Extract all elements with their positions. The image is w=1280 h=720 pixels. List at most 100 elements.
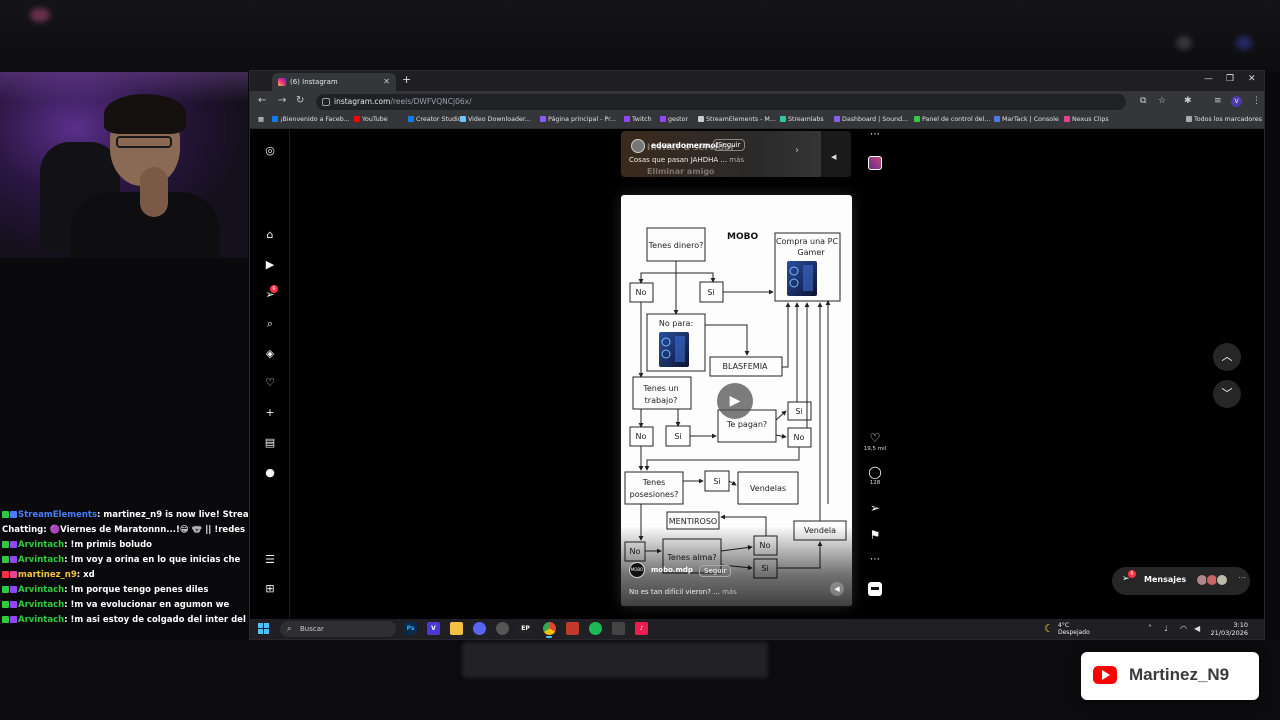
more-link[interactable]: más — [722, 588, 737, 596]
reel-username[interactable]: eduardomermol — [651, 141, 718, 150]
chevron-right-icon[interactable]: › — [795, 145, 799, 156]
file-explorer-icon[interactable] — [450, 622, 463, 635]
cast-icon[interactable]: ⧉ — [1140, 96, 1146, 106]
volume-icon[interactable]: ◀ — [1194, 624, 1200, 633]
url-field[interactable]: instagram.com/reels/DWFVQNCj06x/ — [316, 94, 1126, 110]
avatar[interactable] — [631, 139, 645, 153]
profile-icon[interactable]: ● — [264, 467, 276, 479]
apps-grid-icon[interactable]: ▦ — [258, 116, 264, 123]
more-options-icon[interactable]: ⋯ — [862, 554, 888, 565]
chrome-icon[interactable] — [543, 622, 556, 635]
reel-video[interactable]: MOBO Tenes dinero? Compra una PC Gamer No Si… — [621, 195, 852, 606]
home-icon[interactable]: ⌂ — [264, 229, 276, 241]
tiktok-icon[interactable]: ♪ — [635, 622, 648, 635]
close-window-icon[interactable]: ✕ — [1248, 74, 1256, 84]
bookmark-label: StreamElements - M... — [706, 116, 776, 123]
reel-username[interactable]: mobo.mdp — [651, 566, 693, 574]
audio-thumbnail[interactable] — [868, 582, 882, 596]
clock-time: 3:10 — [1233, 621, 1248, 629]
tray-chevron-icon[interactable]: ˄ — [1148, 624, 1152, 633]
site-info-icon[interactable] — [322, 98, 330, 106]
bookmark-item[interactable]: Página principal - Pr... — [540, 116, 616, 123]
explore-icon[interactable]: ◈ — [264, 348, 276, 360]
dashboard-icon[interactable]: ▤ — [264, 437, 276, 449]
more-apps-icon[interactable]: ⊞ — [264, 583, 276, 595]
follow-button[interactable]: Seguir — [699, 565, 732, 577]
flowchart-label: Si — [795, 407, 802, 416]
menu-kebab-icon[interactable]: ⋮ — [1252, 96, 1261, 106]
share-icon[interactable]: ➢ — [862, 501, 888, 515]
comment-count: 128 — [869, 480, 881, 486]
back-icon[interactable]: ← — [258, 95, 266, 106]
instagram-logo-icon[interactable]: ◎ — [264, 145, 276, 157]
save-icon[interactable]: ⚑ — [862, 528, 888, 542]
new-tab-icon[interactable]: + — [402, 73, 411, 86]
bookmark-item[interactable]: Creator Studio — [408, 116, 462, 123]
epic-games-icon[interactable]: EP — [519, 622, 532, 635]
like-button[interactable]: ♡ 19,5 mil — [862, 431, 888, 452]
discord-icon[interactable] — [473, 622, 486, 635]
bookmark-item[interactable]: Nexus Clips — [1064, 116, 1109, 123]
bookmark-item[interactable]: StreamElements - M... — [698, 116, 776, 123]
bookmark-star-icon[interactable]: ☆ — [1158, 96, 1166, 106]
messages-button[interactable]: ➢ 6 Mensajes ⋯ — [1112, 567, 1250, 595]
bookmark-item[interactable]: Dashboard | Sound... — [834, 116, 908, 123]
volume-icon[interactable]: ◀ — [831, 153, 836, 161]
mute-icon[interactable]: ◀ — [830, 582, 844, 596]
photoshop-icon[interactable]: Ps — [404, 622, 417, 635]
previous-reel-thumbnail[interactable] — [868, 156, 882, 170]
windows-start-icon[interactable] — [258, 623, 270, 635]
extensions-icon[interactable]: ✱ — [1184, 96, 1192, 106]
stream-frame: StreamElements: martinez_n9 is now live!… — [0, 0, 1280, 720]
bookmark-item[interactable]: Twitch — [624, 116, 652, 123]
chat-badge-icon — [10, 511, 17, 518]
maximize-icon[interactable]: ❐ — [1226, 74, 1234, 84]
bookmark-item[interactable]: gestor — [660, 116, 688, 123]
create-icon[interactable]: + — [264, 407, 276, 419]
calendar-icon[interactable] — [566, 622, 579, 635]
next-reel-arrow-icon[interactable]: ﹀ — [1213, 380, 1241, 408]
obs-icon[interactable] — [496, 622, 509, 635]
chat-message: Arvintach: !m asi estoy de colgado del i… — [0, 613, 250, 628]
temperature: 4°C — [1058, 622, 1070, 629]
more-options-icon[interactable]: ⋯ — [862, 129, 888, 140]
more-icon[interactable]: ⋯ — [1238, 573, 1246, 582]
chat-text: : martinez_n9 is now live! Streaming Jus… — [97, 510, 250, 520]
more-link[interactable]: más — [729, 156, 744, 164]
reload-icon[interactable]: ↻ — [296, 95, 304, 106]
follow-button[interactable]: Seguir — [713, 139, 746, 151]
reels-icon[interactable]: ▶ — [264, 259, 276, 271]
bookmark-item[interactable]: YouTube — [354, 116, 388, 123]
hamburger-menu-icon[interactable]: ☰ — [264, 554, 276, 566]
comment-button[interactable]: ◯ 128 — [862, 465, 888, 486]
webcam-feed — [0, 72, 248, 258]
weather-widget[interactable]: 4°C Despejado — [1058, 622, 1090, 636]
microphone-icon[interactable]: ♩ — [1164, 624, 1168, 633]
wifi-icon[interactable]: ◠ — [1180, 624, 1187, 633]
bookmark-item[interactable]: Video Downloader... — [460, 116, 531, 123]
heart-icon[interactable]: ♡ — [264, 377, 276, 389]
previous-reel[interactable]: Invitar a servidor Eliminar amigo eduard… — [621, 131, 851, 177]
all-bookmarks[interactable]: Todos los marcadores — [1186, 116, 1262, 123]
play-icon[interactable]: ▶ — [717, 383, 753, 419]
close-tab-icon[interactable]: ✕ — [383, 73, 390, 91]
spotify-icon[interactable] — [589, 622, 602, 635]
system-clock[interactable]: 3:10 21/03/2026 — [1210, 621, 1248, 637]
avatar[interactable]: MOBO — [629, 562, 645, 578]
profile-avatar[interactable]: V — [1231, 96, 1242, 107]
tab-instagram[interactable]: (6) Instagram ✕ — [272, 73, 396, 91]
url-path: /reels/DWFVQNCj06x/ — [390, 97, 472, 106]
terminal-icon[interactable] — [612, 622, 625, 635]
search-icon[interactable]: ⌕ — [264, 318, 276, 330]
bookmark-item[interactable]: MarTack | Console — [994, 116, 1059, 123]
instagram-reels-page: ◎ ⌂ ▶ ➢ 6 ⌕ ◈ ♡ + ▤ ● ☰ ⊞ Invitar a serv… — [250, 129, 1264, 619]
previous-reel-arrow-icon[interactable]: ︿ — [1213, 343, 1241, 371]
taskbar-search[interactable]: ⌕ Buscar — [280, 621, 396, 637]
bookmark-item[interactable]: ¡Bienvenido a Faceb... — [272, 116, 350, 123]
forward-icon[interactable]: → — [278, 95, 286, 106]
vegas-icon[interactable]: V — [427, 622, 440, 635]
minimize-icon[interactable]: — — [1204, 74, 1213, 84]
bookmark-item[interactable]: Panel de control del... — [914, 116, 990, 123]
media-icon[interactable]: ≡ — [1214, 96, 1222, 106]
bookmark-item[interactable]: Streamlabs — [780, 116, 824, 123]
